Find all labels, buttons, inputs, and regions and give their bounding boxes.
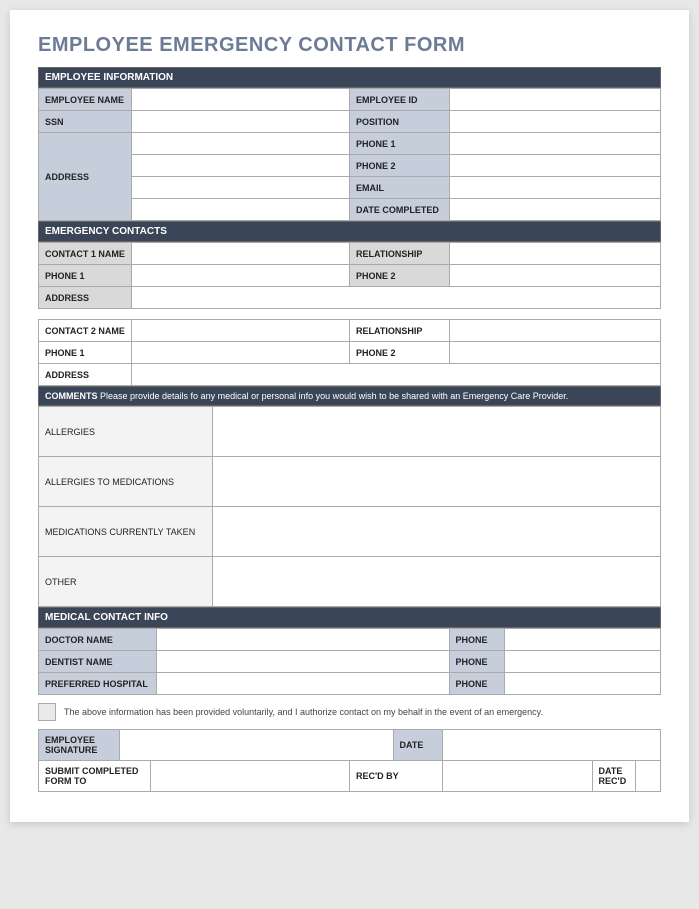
- doctor-phone-input[interactable]: [505, 629, 661, 651]
- section-employee-info: EMPLOYEE INFORMATION: [38, 67, 661, 88]
- meds-taken-label: MEDICATIONS CURRENTLY TAKEN: [39, 507, 213, 557]
- contact1-name-input[interactable]: [132, 243, 350, 265]
- contact1-name-label: CONTACT 1 NAME: [39, 243, 132, 265]
- email-input[interactable]: [449, 177, 661, 199]
- address-input-2[interactable]: [132, 155, 350, 177]
- position-label: POSITION: [349, 111, 449, 133]
- authorization-row: The above information has been provided …: [38, 695, 661, 729]
- employee-signature-label: EMPLOYEE SIGNATURE: [39, 730, 120, 761]
- dentist-phone-input[interactable]: [505, 651, 661, 673]
- contact2-phone1-label: PHONE 1: [39, 342, 132, 364]
- signature-table: EMPLOYEE SIGNATURE DATE SUBMIT COMPLETED…: [38, 729, 661, 792]
- submit-label: SUBMIT COMPLETED FORM TO: [39, 761, 151, 792]
- page-title: EMPLOYEE EMERGENCY CONTACT FORM: [38, 34, 661, 57]
- phone2-label: PHONE 2: [349, 155, 449, 177]
- address-input-4[interactable]: [132, 199, 350, 221]
- contact2-relationship-input[interactable]: [449, 320, 661, 342]
- doctor-label: DOCTOR NAME: [39, 629, 157, 651]
- phone1-input[interactable]: [449, 133, 661, 155]
- allergies-label: ALLERGIES: [39, 407, 213, 457]
- comments-header: COMMENTS Please provide details fo any m…: [38, 386, 661, 406]
- contact1-phone1-input[interactable]: [132, 265, 350, 287]
- doctor-phone-label: PHONE: [449, 629, 505, 651]
- form-page: EMPLOYEE EMERGENCY CONTACT FORM EMPLOYEE…: [10, 10, 689, 822]
- contact2-address-input[interactable]: [132, 364, 661, 386]
- date-recd-label: DATE REC'D: [592, 761, 636, 792]
- employee-name-label: EMPLOYEE NAME: [39, 89, 132, 111]
- recd-by-label: REC'D BY: [350, 761, 443, 792]
- contact1-phone1-label: PHONE 1: [39, 265, 132, 287]
- dentist-input[interactable]: [157, 651, 449, 673]
- phone2-input[interactable]: [449, 155, 661, 177]
- hospital-label: PREFERRED HOSPITAL: [39, 673, 157, 695]
- date-completed-label: DATE COMPLETED: [349, 199, 449, 221]
- ssn-input[interactable]: [132, 111, 350, 133]
- email-label: EMAIL: [349, 177, 449, 199]
- contact1-relationship-input[interactable]: [449, 243, 661, 265]
- contact1-phone2-label: PHONE 2: [349, 265, 449, 287]
- contact2-relationship-label: RELATIONSHIP: [349, 320, 449, 342]
- date-completed-input[interactable]: [449, 199, 661, 221]
- contact1-table: CONTACT 1 NAME RELATIONSHIP PHONE 1 PHON…: [38, 242, 661, 309]
- employee-id-label: EMPLOYEE ID: [349, 89, 449, 111]
- dentist-phone-label: PHONE: [449, 651, 505, 673]
- allergies-meds-input[interactable]: [213, 457, 661, 507]
- hospital-phone-label: PHONE: [449, 673, 505, 695]
- comments-text: Please provide details fo any medical or…: [98, 391, 569, 401]
- date-recd-input[interactable]: [636, 761, 661, 792]
- contact2-address-label: ADDRESS: [39, 364, 132, 386]
- address-input-3[interactable]: [132, 177, 350, 199]
- contact1-relationship-label: RELATIONSHIP: [349, 243, 449, 265]
- phone1-label: PHONE 1: [349, 133, 449, 155]
- contact2-phone2-input[interactable]: [449, 342, 661, 364]
- other-label: OTHER: [39, 557, 213, 607]
- position-input[interactable]: [449, 111, 661, 133]
- employee-name-input[interactable]: [132, 89, 350, 111]
- authorization-checkbox[interactable]: [38, 703, 56, 721]
- other-input[interactable]: [213, 557, 661, 607]
- submit-input[interactable]: [150, 761, 349, 792]
- contact2-phone1-input[interactable]: [132, 342, 350, 364]
- hospital-input[interactable]: [157, 673, 449, 695]
- ssn-label: SSN: [39, 111, 132, 133]
- employee-id-input[interactable]: [449, 89, 661, 111]
- doctor-input[interactable]: [157, 629, 449, 651]
- meds-taken-input[interactable]: [213, 507, 661, 557]
- employee-signature-input[interactable]: [119, 730, 393, 761]
- dentist-label: DENTIST NAME: [39, 651, 157, 673]
- address-label: ADDRESS: [39, 133, 132, 221]
- recd-by-input[interactable]: [443, 761, 592, 792]
- contact1-phone2-input[interactable]: [449, 265, 661, 287]
- address-input-1[interactable]: [132, 133, 350, 155]
- signature-date-label: DATE: [393, 730, 443, 761]
- contact2-phone2-label: PHONE 2: [349, 342, 449, 364]
- allergies-meds-label: ALLERGIES TO MEDICATIONS: [39, 457, 213, 507]
- medical-table: DOCTOR NAME PHONE DENTIST NAME PHONE PRE…: [38, 628, 661, 695]
- signature-date-input[interactable]: [443, 730, 661, 761]
- authorization-text: The above information has been provided …: [64, 707, 543, 717]
- contact2-table: CONTACT 2 NAME RELATIONSHIP PHONE 1 PHON…: [38, 319, 661, 386]
- employee-info-table: EMPLOYEE NAME EMPLOYEE ID SSN POSITION A…: [38, 88, 661, 221]
- contact2-name-input[interactable]: [132, 320, 350, 342]
- comments-bold: COMMENTS: [45, 391, 98, 401]
- section-emergency-contacts: EMERGENCY CONTACTS: [38, 221, 661, 242]
- comments-table: ALLERGIES ALLERGIES TO MEDICATIONS MEDIC…: [38, 406, 661, 607]
- hospital-phone-input[interactable]: [505, 673, 661, 695]
- contact1-address-label: ADDRESS: [39, 287, 132, 309]
- allergies-input[interactable]: [213, 407, 661, 457]
- contact2-name-label: CONTACT 2 NAME: [39, 320, 132, 342]
- contact1-address-input[interactable]: [132, 287, 661, 309]
- section-medical-contact: MEDICAL CONTACT INFO: [38, 607, 661, 628]
